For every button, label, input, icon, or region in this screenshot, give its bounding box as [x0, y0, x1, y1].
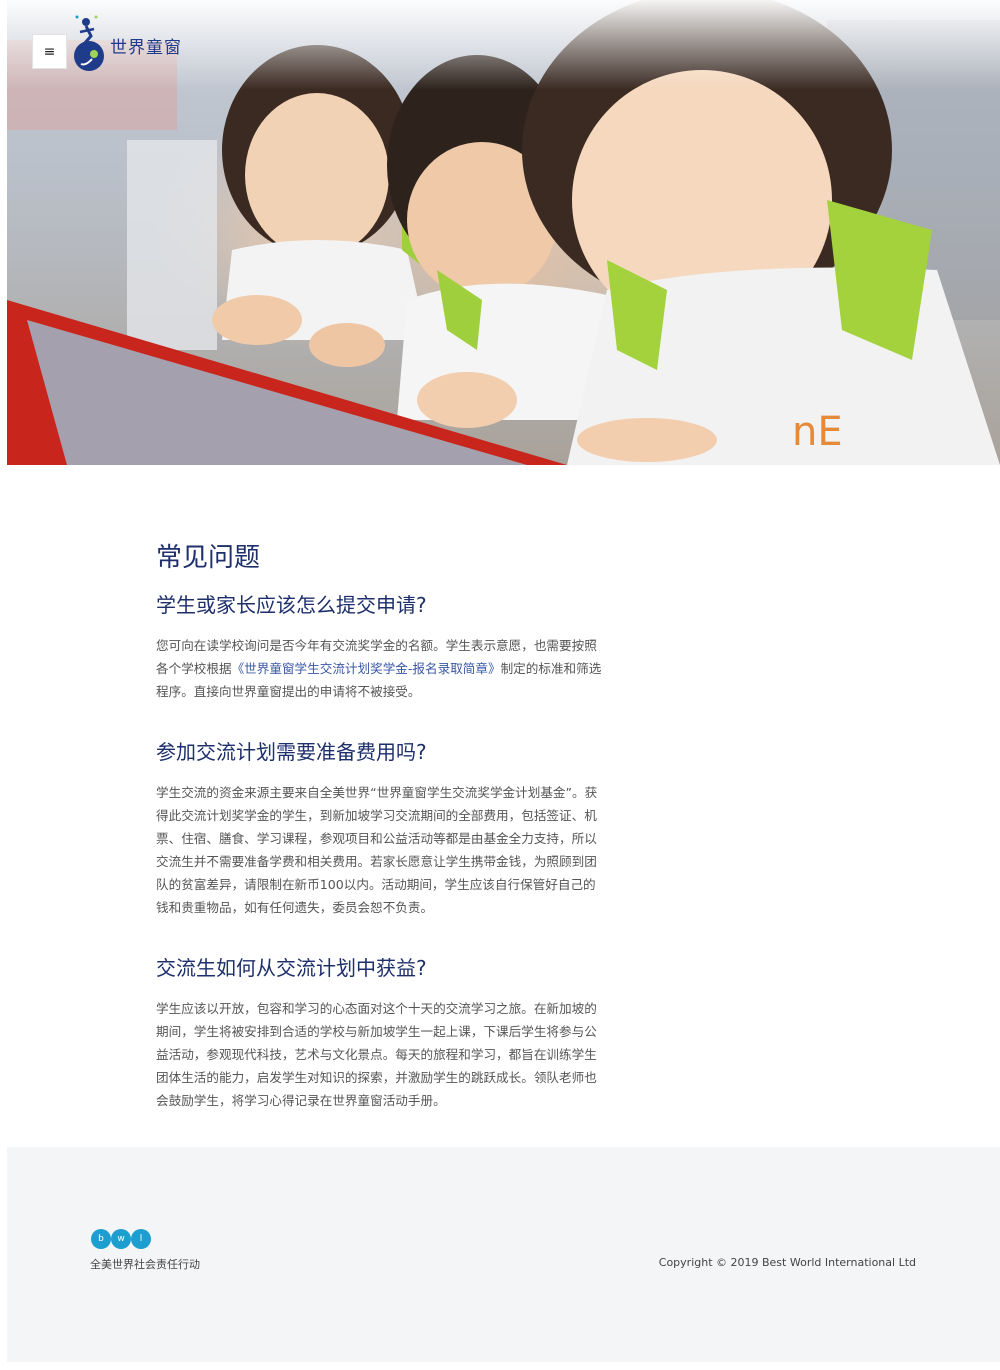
svg-text:nE: nE: [792, 409, 843, 455]
faq-question: 学生或家长应该怎么提交申请?: [156, 593, 427, 617]
faq-answer: 您可向在读学校询问是否今年有交流奖学金的名额。学生表示意愿，也需要按照各个学校根…: [156, 634, 608, 703]
page: nE ≡ 世界童窗 常见问题 学生或家长应该怎么提交申请? 您可向在读学校询问是…: [0, 0, 1000, 1370]
bwl-logo[interactable]: b w l: [91, 1229, 151, 1249]
brand-logo[interactable]: 世界童窗: [72, 14, 182, 72]
faq-answer: 学生交流的资金来源主要来自全美世界“世界童窗学生交流奖学金计划基金”。获得此交流…: [156, 785, 598, 915]
footer: b w l 全美世界社会责任行动 Copyright © 2019 Best W…: [7, 1147, 1000, 1362]
footer-tagline: 全美世界社会责任行动: [90, 1258, 200, 1271]
faq-section: 常见问题 学生或家长应该怎么提交申请? 您可向在读学校询问是否今年有交流奖学金的…: [156, 540, 608, 1146]
faq-question: 参加交流计划需要准备费用吗?: [156, 740, 427, 764]
faq-answer-link[interactable]: 《世界童窗学生交流计划奖学金-报名录取简章》: [232, 661, 501, 676]
brand-name: 世界童窗: [110, 37, 182, 58]
bwl-logo-letter: b: [91, 1229, 111, 1249]
faq-question: 交流生如何从交流计划中获益?: [156, 956, 427, 980]
menu-button[interactable]: ≡: [32, 34, 67, 69]
bwl-logo-letter: w: [111, 1229, 131, 1249]
page-title: 常见问题: [156, 543, 261, 573]
brand-mark-icon: [74, 15, 104, 71]
copyright-text: Copyright © 2019 Best World Internationa…: [658, 1256, 916, 1269]
hamburger-icon: ≡: [43, 43, 56, 60]
faq-answer: 学生应该以开放，包容和学习的心态面对这个十天的交流学习之旅。在新加坡的期间，学生…: [156, 1001, 597, 1108]
bwl-logo-letter: l: [131, 1229, 151, 1249]
